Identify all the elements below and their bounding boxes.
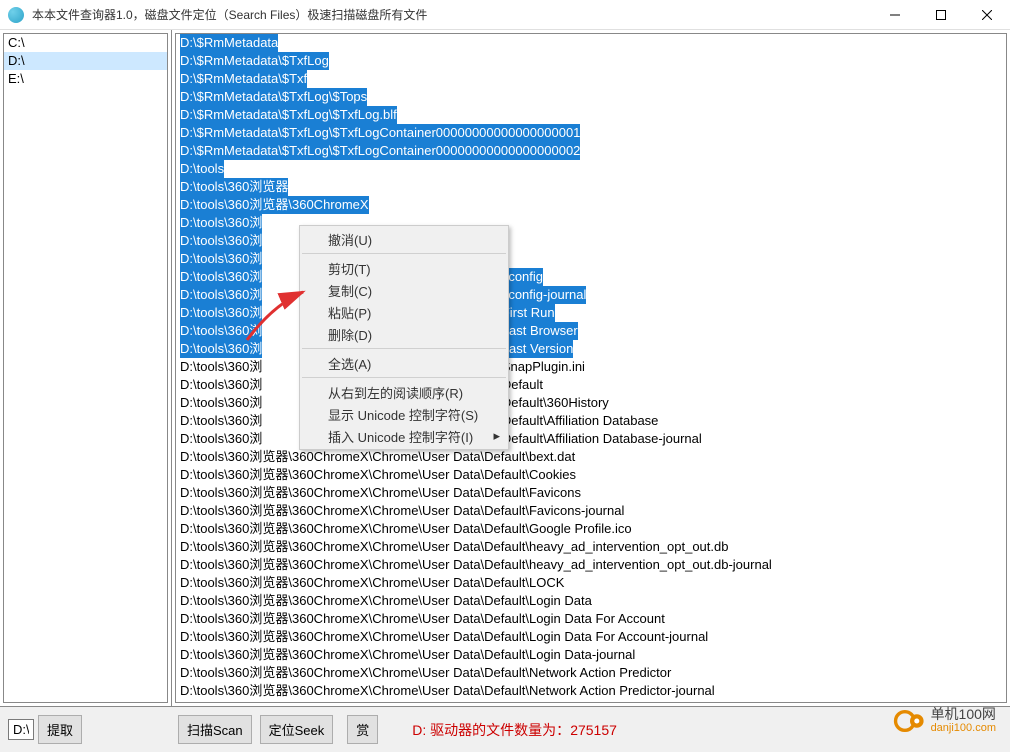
file-row[interactable]: D:\$RmMetadata [176,34,1006,52]
file-row[interactable]: D:\$RmMetadata\$TxfLog\$TxfLogContainer0… [176,142,1006,160]
close-button[interactable] [964,0,1010,30]
file-row[interactable]: D:\$RmMetadata\$TxfLog\$TxfLog.blf [176,106,1006,124]
file-row[interactable]: D:\tools\360浏览器\360ChromeX [176,196,1006,214]
file-row[interactable]: D:\tools\360浏览器\360ChromeX\Chrome\User D… [176,520,1006,538]
watermark: 单机100网 danji100.com [893,704,996,738]
watermark-logo-icon [893,704,927,738]
menu-item[interactable]: 从右到左的阅读顺序(R) [300,381,508,403]
watermark-name: 单机100网 [931,707,996,721]
app-icon [8,7,24,23]
file-row[interactable]: D:\tools\360浏览器\360ChromeX\Chrome\User D… [176,682,1006,700]
menu-item[interactable]: 复制(C) [300,279,508,301]
menu-item[interactable]: 全选(A) [300,352,508,374]
minimize-button[interactable] [872,0,918,30]
file-row[interactable]: D:\tools\360浏览器\360ChromeX\Chrome\User D… [176,502,1006,520]
drive-textbox[interactable] [8,719,34,740]
reward-button[interactable]: 赏 [347,715,378,744]
file-row[interactable]: D:\tools\360浏览器\360ChromeX\Chrome\User D… [176,484,1006,502]
scan-button[interactable]: 扫描Scan [178,715,252,744]
file-row[interactable]: D:\$RmMetadata\$TxfLog\$Tops [176,88,1006,106]
menu-item[interactable]: 撤消(U) [300,228,508,250]
menu-separator [302,377,506,378]
menu-item[interactable]: 删除(D) [300,323,508,345]
file-row[interactable]: D:\$RmMetadata\$Txf [176,70,1006,88]
file-row[interactable]: D:\tools\360浏览器\360ChromeX\Chrome\User D… [176,556,1006,574]
status-text: D: 驱动器的文件数量为：275157 [382,720,617,740]
file-row[interactable]: D:\tools [176,160,1006,178]
menu-item[interactable]: 粘贴(P) [300,301,508,323]
context-menu[interactable]: 撤消(U) 剪切(T)复制(C)粘贴(P)删除(D) 全选(A) 从右到左的阅读顺序(… [299,225,509,450]
drive-item[interactable]: E:\ [4,70,167,88]
submenu-arrow-icon: ▸ [493,428,500,444]
menu-separator [302,348,506,349]
menu-separator [302,253,506,254]
file-row[interactable]: D:\tools\360浏览器\360ChromeX\Chrome\User D… [176,646,1006,664]
file-row[interactable]: D:\tools\360浏览器\360ChromeX\Chrome\User D… [176,610,1006,628]
file-row[interactable]: D:\tools\360浏览器\360ChromeX\Chrome\User D… [176,574,1006,592]
file-row[interactable]: D:\tools\360浏览器 [176,178,1006,196]
extract-button[interactable]: 提取 [38,715,82,744]
left-panel: C:\D:\E:\ [0,30,172,706]
drive-list[interactable]: C:\D:\E:\ [3,33,168,703]
window-title: 本本文件查询器1.0，磁盘文件定位（Search Files）极速扫描磁盘所有文… [32,6,872,23]
file-row[interactable]: D:\$RmMetadata\$TxfLog\$TxfLogContainer0… [176,124,1006,142]
menu-item[interactable]: 剪切(T) [300,257,508,279]
file-row[interactable]: D:\tools\360浏览器\360ChromeX\Chrome\User D… [176,538,1006,556]
title-bar: 本本文件查询器1.0，磁盘文件定位（Search Files）极速扫描磁盘所有文… [0,0,1010,30]
bottom-bar: 提取 扫描Scan 定位Seek 赏 D: 驱动器的文件数量为：275157 [0,706,1010,752]
drive-item[interactable]: D:\ [4,52,167,70]
file-row[interactable]: D:\tools\360浏览器\360ChromeX\Chrome\User D… [176,664,1006,682]
file-row[interactable]: D:\$RmMetadata\$TxfLog [176,52,1006,70]
menu-item[interactable]: 插入 Unicode 控制字符(I)▸ [300,425,508,447]
file-row[interactable]: D:\tools\360浏览器\360ChromeX\Chrome\User D… [176,448,1006,466]
menu-item[interactable]: 显示 Unicode 控制字符(S) [300,403,508,425]
drive-item[interactable]: C:\ [4,34,167,52]
seek-button[interactable]: 定位Seek [260,715,334,744]
file-row[interactable]: D:\tools\360浏览器\360ChromeX\Chrome\User D… [176,628,1006,646]
file-row[interactable]: D:\tools\360浏览器\360ChromeX\Chrome\User D… [176,592,1006,610]
file-row[interactable]: D:\tools\360浏览器\360ChromeX\Chrome\User D… [176,466,1006,484]
maximize-button[interactable] [918,0,964,30]
watermark-url: danji100.com [931,721,996,735]
